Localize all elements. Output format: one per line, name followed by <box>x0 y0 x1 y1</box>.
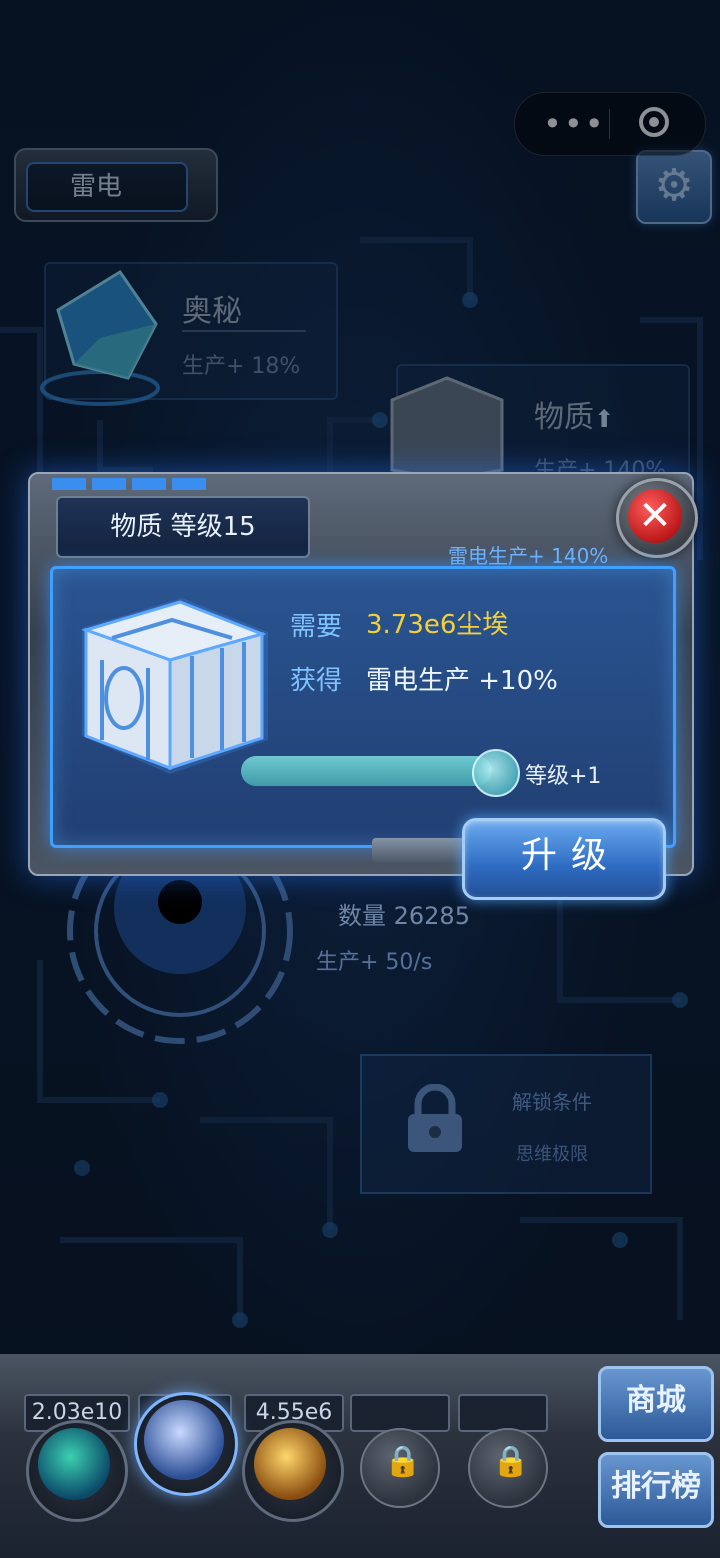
require-label: 需要 <box>290 612 343 642</box>
dialog-stripe <box>52 478 212 490</box>
resource-5-value <box>458 1394 548 1432</box>
button-deco <box>372 838 466 862</box>
shop-button[interactable]: 商城 <box>598 1366 714 1442</box>
lock-icon: 🔒 <box>492 1444 530 1479</box>
resource-4-value <box>350 1394 450 1432</box>
gain-label: 获得 <box>290 666 343 696</box>
dialog-title: 物质 等级15 <box>56 496 310 558</box>
dialog-subtitle: 雷电生产+ 140% <box>448 544 609 568</box>
level-progress-bar <box>241 756 511 786</box>
unlock-requirement: 思维极限 <box>516 1144 588 1165</box>
atom-orb-icon[interactable] <box>38 1428 110 1500</box>
unlock-condition-label: 解锁条件 <box>512 1090 592 1114</box>
progress-knob <box>472 749 520 797</box>
rank-button[interactable]: 排行榜 <box>598 1452 714 1528</box>
upgrade-button[interactable]: 升级 <box>462 818 666 900</box>
matter-cube-icon <box>81 598 268 774</box>
progress-label: 等级+1 <box>525 764 602 789</box>
require-value: 3.73e6尘埃 <box>366 610 509 640</box>
close-icon: ✕ <box>628 489 682 543</box>
close-button[interactable]: ✕ <box>616 478 698 558</box>
level-progress-fill <box>241 756 493 786</box>
blackhole-count: 数量 26285 <box>338 902 470 930</box>
gain-value: 雷电生产 +10% <box>366 666 558 696</box>
lock-icon <box>408 1084 462 1152</box>
lock-icon: 🔒 <box>384 1444 422 1479</box>
lightning-orb-icon[interactable] <box>144 1400 224 1480</box>
fire-orb-icon[interactable] <box>254 1428 326 1500</box>
blackhole-production: 生产+ 50/s <box>316 950 433 975</box>
